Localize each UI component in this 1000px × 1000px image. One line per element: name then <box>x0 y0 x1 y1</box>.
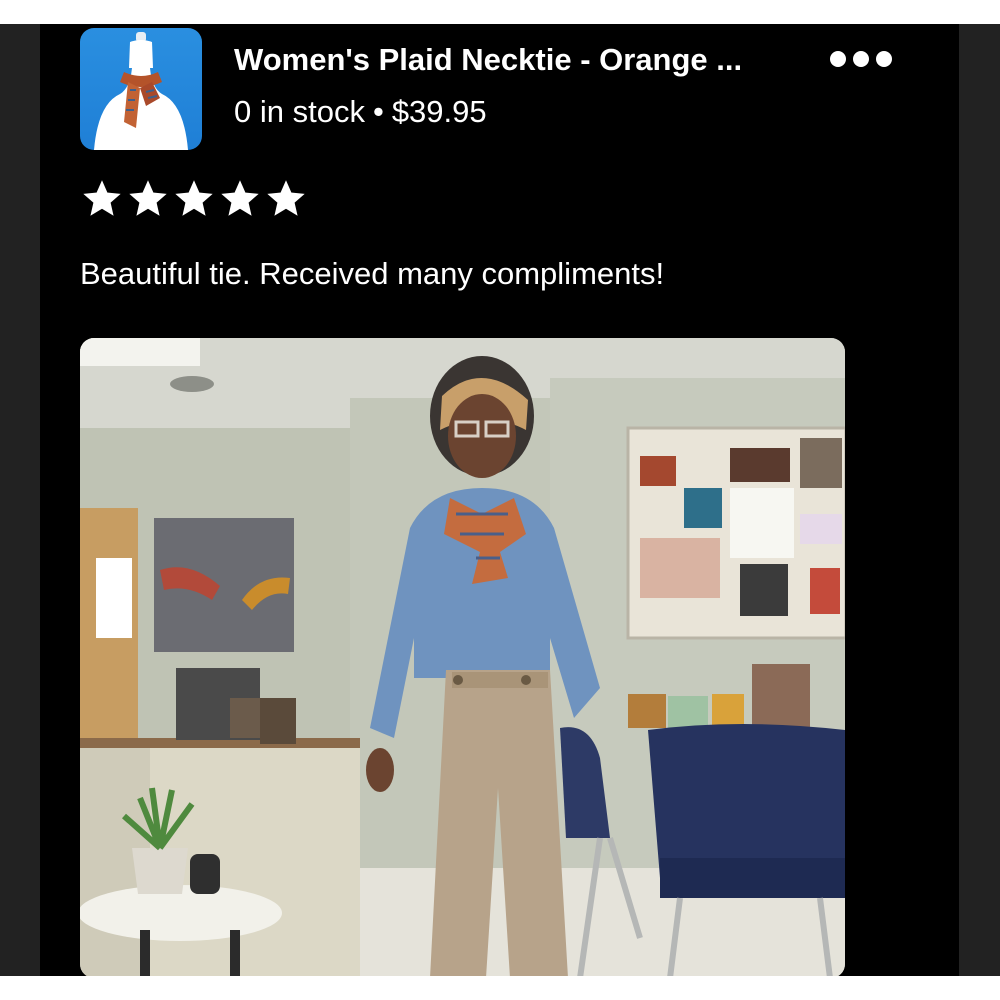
product-thumbnail[interactable] <box>80 28 202 150</box>
more-dot <box>830 51 846 67</box>
star-icon <box>83 180 121 216</box>
star-icon <box>175 180 213 216</box>
more-options-icon[interactable] <box>830 46 906 72</box>
product-title[interactable]: Women's Plaid Necktie - Orange ... <box>234 42 834 78</box>
review-photo[interactable] <box>80 338 845 976</box>
right-bezel <box>959 24 1000 976</box>
product-price: $39.95 <box>391 94 487 129</box>
star-rating <box>82 179 306 219</box>
star-icon <box>221 180 259 216</box>
review-text: Beautiful tie. Received many compliments… <box>80 256 665 291</box>
product-meta: 0 in stock • $39.95 <box>234 94 487 130</box>
star-icon <box>129 180 167 216</box>
left-bezel <box>0 24 40 976</box>
meta-separator: • <box>372 94 384 129</box>
office-scene-image <box>80 338 845 976</box>
more-dot <box>853 51 869 67</box>
review-card: Women's Plaid Necktie - Orange ... 0 in … <box>40 24 959 976</box>
mannequin-necktie-icon <box>94 32 188 150</box>
star-icon <box>267 180 305 216</box>
more-dot <box>876 51 892 67</box>
stock-status: 0 in stock <box>234 94 365 129</box>
